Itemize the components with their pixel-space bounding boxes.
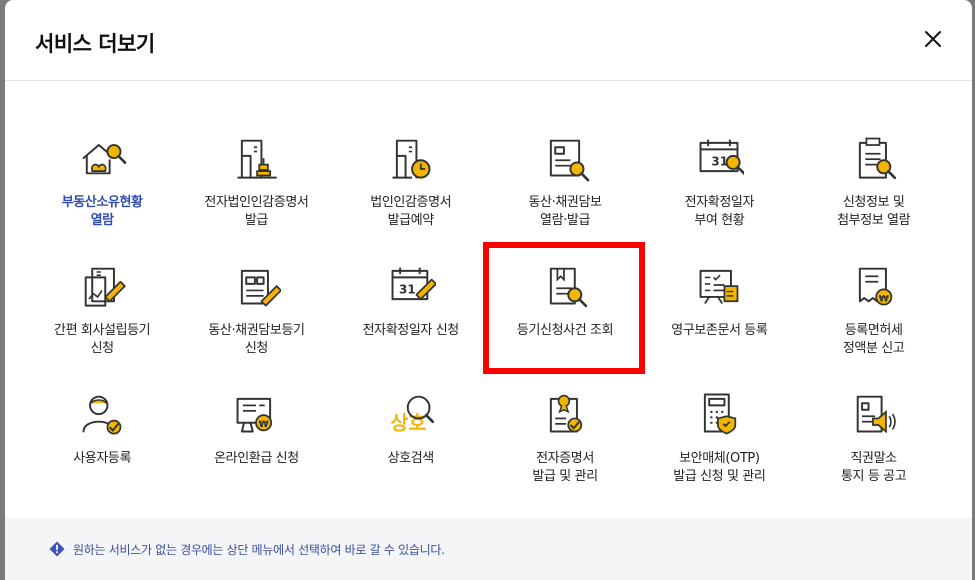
service-label: 간편 회사설립등기 신청 — [54, 323, 151, 356]
monitor-won-icon: ₩ — [236, 397, 273, 433]
document-pen-icon — [241, 269, 282, 307]
close-icon — [925, 31, 941, 47]
user-check-icon — [82, 395, 122, 435]
service-label: 등록면허세 정액분 신고 — [842, 323, 905, 356]
service-label: 영구보존문서 등록 — [671, 323, 768, 338]
otp-shield-icon — [704, 393, 737, 435]
trade-name-search-icon: 상호 — [390, 395, 434, 434]
service-item-trade-name-search[interactable]: 상호상호검색 — [334, 376, 488, 504]
service-item-property-status[interactable]: 부동산소유현황 열람 — [25, 120, 179, 248]
modal-title: 서비스 더보기 — [35, 32, 155, 56]
calendar-search-icon: 31 — [699, 139, 745, 175]
service-item-otp-media[interactable]: 보안매체(OTP) 발급 신청 및 관리 — [642, 376, 796, 504]
service-label: 전자법인인감증명서 발급 — [204, 195, 309, 228]
modal-footer: 원하는 서비스가 없는 경우에는 상단 메뉴에서 선택하여 바로 갈 수 있습니… — [5, 518, 972, 580]
service-item-corp-seal-cert[interactable]: 전자법인인감증명서 발급 — [179, 120, 333, 248]
calendar-pen-icon: 31 — [391, 267, 436, 301]
receipt-won-icon: ₩ — [858, 267, 892, 306]
service-item-registry-case-lookup[interactable]: 등기신청사건 조회 — [488, 248, 642, 376]
document-speaker-icon — [856, 395, 896, 434]
modal-header: 서비스 더보기 — [5, 0, 972, 81]
book-search-icon — [549, 267, 588, 308]
service-label: 전자증명서 발급 및 관리 — [532, 451, 598, 484]
svg-text:상호: 상호 — [390, 411, 426, 434]
service-label: 보안매체(OTP) 발급 신청 및 관리 — [673, 451, 766, 484]
footer-note: 원하는 서비스가 없는 경우에는 상단 메뉴에서 선택하여 바로 갈 수 있습니… — [73, 542, 445, 557]
service-label: 사용자등록 — [73, 451, 132, 466]
service-label: 온라인환급 신청 — [214, 451, 299, 466]
clipboard-search-icon — [858, 137, 896, 180]
svg-text:31: 31 — [712, 155, 729, 169]
service-item-online-refund[interactable]: ₩ 온라인환급 신청 — [179, 376, 333, 504]
service-label: 동산·채권담보등기 신청 — [208, 323, 305, 356]
certificate-check-icon — [549, 394, 583, 433]
service-item-movable-collateral-reg[interactable]: 동산·채권담보등기 신청 — [179, 248, 333, 376]
service-label: 상호검색 — [387, 451, 435, 466]
document-list-icon — [699, 269, 739, 304]
service-label: 직권말소 통지 등 공고 — [841, 451, 907, 484]
close-button[interactable] — [920, 26, 946, 52]
service-item-application-info[interactable]: 신청정보 및 첨부정보 열람 — [796, 120, 950, 248]
service-label: 등기신청사건 조회 — [516, 323, 614, 338]
service-item-duty-cancel-notice[interactable]: 직권말소 통지 등 공고 — [796, 376, 950, 504]
service-more-modal: 서비스 더보기 부동산소유현황 열람 전자법인인감증명서 발급 법인인감증명서 발급… — [5, 0, 972, 580]
service-label: 전자확정일자 부여 현황 — [684, 195, 755, 228]
document-search-icon — [549, 139, 590, 182]
service-item-fixed-date-apply[interactable]: 31 전자확정일자 신청 — [334, 248, 488, 376]
info-diamond-icon — [49, 541, 65, 557]
service-item-permanent-docs[interactable]: 영구보존문서 등록 — [642, 248, 796, 376]
house-search-icon — [82, 144, 127, 175]
service-item-fixed-date-status[interactable]: 31 전자확정일자 부여 현황 — [642, 120, 796, 248]
svg-text:31: 31 — [399, 283, 416, 297]
svg-text:₩: ₩ — [259, 420, 269, 430]
service-item-corp-seal-reserve[interactable]: 법인인감증명서 발급예약 — [334, 120, 488, 248]
service-label: 신청정보 및 첨부정보 열람 — [837, 195, 911, 228]
svg-text:₩: ₩ — [878, 294, 888, 304]
building-clock-icon — [392, 139, 431, 179]
service-item-user-register[interactable]: 사용자등록 — [25, 376, 179, 504]
service-label: 동산·채권담보 열람·발급 — [528, 195, 602, 228]
service-grid: 부동산소유현황 열람 전자법인인감증명서 발급 법인인감증명서 발급예약 동산·채권담… — [25, 120, 951, 504]
service-label: 부동산소유현황 열람 — [61, 195, 143, 228]
document-chart-pen-icon — [84, 267, 126, 307]
service-item-movable-collateral-view[interactable]: 동산·채권담보 열람·발급 — [488, 120, 642, 248]
service-item-e-certificate[interactable]: 전자증명서 발급 및 관리 — [488, 376, 642, 504]
service-label: 전자확정일자 신청 — [362, 323, 460, 338]
service-label: 법인인감증명서 발급예약 — [370, 195, 452, 228]
building-stamp-icon — [237, 139, 278, 179]
service-item-simple-company-reg[interactable]: 간편 회사설립등기 신청 — [25, 248, 179, 376]
service-item-license-tax[interactable]: ₩ 등록면허세 정액분 신고 — [796, 248, 950, 376]
